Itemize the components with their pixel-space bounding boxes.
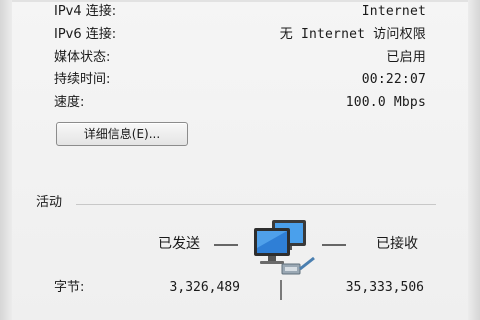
media-state-row: 媒体状态: 已启用 bbox=[54, 47, 426, 69]
ipv6-connectivity-label: IPv6 连接: bbox=[54, 27, 117, 42]
front-monitor-base bbox=[260, 261, 284, 264]
window-frame-right bbox=[468, 0, 480, 320]
duration-value: 00:22:07 bbox=[361, 72, 426, 87]
duration-label: 持续时间: bbox=[54, 72, 111, 87]
sent-dash bbox=[214, 244, 238, 246]
network-plug-port bbox=[285, 267, 297, 271]
sent-label: 已发送 bbox=[158, 236, 200, 252]
speed-label: 速度: bbox=[54, 95, 85, 110]
bytes-label: 字节: bbox=[54, 280, 85, 295]
details-button[interactable]: 详细信息(E)... bbox=[56, 122, 188, 146]
media-state-label: 媒体状态: bbox=[54, 50, 111, 65]
received-label: 已接收 bbox=[376, 236, 418, 252]
received-dash bbox=[322, 244, 346, 246]
ipv4-connectivity-value: Internet bbox=[361, 4, 426, 19]
bytes-sent-value: 3,326,489 bbox=[169, 280, 240, 295]
ipv4-connectivity-row: IPv4 连接: Internet bbox=[54, 1, 426, 23]
activity-divider bbox=[76, 204, 436, 205]
ipv4-connectivity-label: IPv4 连接: bbox=[54, 4, 117, 19]
front-monitor-stand bbox=[268, 256, 276, 261]
network-cable bbox=[299, 256, 315, 271]
activity-section-title: 活动 bbox=[36, 195, 63, 210]
duration-row: 持续时间: 00:22:07 bbox=[54, 69, 426, 91]
window-frame-left bbox=[0, 0, 12, 320]
ipv6-connectivity-value: 无 Internet 访问权限 bbox=[279, 27, 426, 42]
activity-center-line bbox=[280, 280, 282, 300]
speed-row: 速度: 100.0 Mbps bbox=[54, 92, 426, 114]
ipv6-connectivity-row: IPv6 连接: 无 Internet 访问权限 bbox=[54, 24, 426, 46]
media-state-value: 已启用 bbox=[386, 50, 426, 65]
speed-value: 100.0 Mbps bbox=[345, 95, 426, 110]
bytes-received-value: 35,333,506 bbox=[345, 280, 424, 295]
network-computers-icon bbox=[254, 220, 315, 275]
